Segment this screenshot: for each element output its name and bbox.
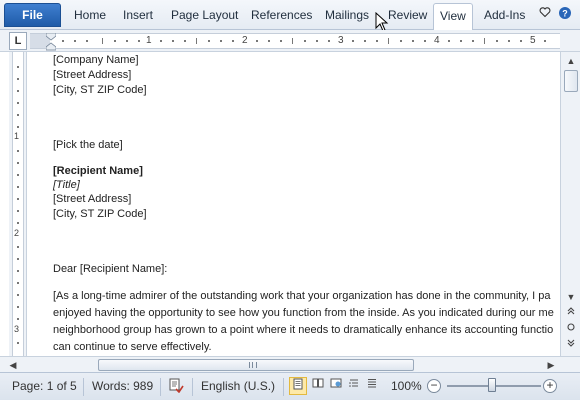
tab-mailings[interactable]: Mailings xyxy=(325,3,369,27)
tab-page-layout[interactable]: Page Layout xyxy=(171,3,238,27)
mouse-cursor-icon xyxy=(375,12,389,32)
ruler-number: 5 xyxy=(530,35,536,46)
zoom-in-button[interactable]: + xyxy=(543,379,557,393)
full-screen-reading-button[interactable] xyxy=(309,377,327,395)
body-line[interactable]: can continue to serve effectively. xyxy=(53,341,212,353)
recipient-title-line[interactable]: [Title] xyxy=(53,179,80,191)
horizontal-ruler[interactable]: 1 2 3 4 5 xyxy=(30,33,560,49)
help-icon[interactable]: ? xyxy=(557,6,573,22)
body-line[interactable]: neighborhood group has grown to a point … xyxy=(53,324,553,336)
vertical-ruler-number: 3 xyxy=(14,324,20,334)
previous-page-icon[interactable] xyxy=(564,306,578,320)
page-count[interactable]: Page: 1 of 5 xyxy=(12,379,77,393)
recipient-name-line[interactable]: [Recipient Name] xyxy=(53,165,143,177)
horizontal-ruler-row: L 1 2 3 4 5 xyxy=(0,30,580,80)
tab-file[interactable]: File xyxy=(4,3,61,27)
vertical-scrollbar[interactable]: ▲ ▼ xyxy=(560,52,580,356)
body-line[interactable]: enjoyed having the opportunity to see ho… xyxy=(53,307,554,319)
scroll-up-icon[interactable]: ▲ xyxy=(564,54,578,68)
ribbon-tab-bar: File Home Insert Page Layout References … xyxy=(0,0,580,30)
company-name-line[interactable]: [Company Name] xyxy=(53,54,139,66)
next-page-icon[interactable] xyxy=(564,338,578,352)
recipient-city-line[interactable]: [City, ST ZIP Code] xyxy=(53,208,147,220)
recipient-street-line[interactable]: [Street Address] xyxy=(53,193,131,205)
ruler-number: 3 xyxy=(338,35,344,46)
indent-marker-icon[interactable] xyxy=(46,33,56,51)
outline-view-button[interactable] xyxy=(345,377,363,395)
ruler-number: 4 xyxy=(434,35,440,46)
ruler-number: 2 xyxy=(242,35,248,46)
vertical-ruler-number: 2 xyxy=(14,228,20,238)
tab-view[interactable]: View xyxy=(433,3,473,30)
ruler-number: 1 xyxy=(146,35,152,46)
salutation-line[interactable]: Dear [Recipient Name]: xyxy=(53,263,167,275)
heart-icon[interactable] xyxy=(537,6,553,22)
language-indicator[interactable]: English (U.S.) xyxy=(201,379,275,393)
zoom-out-button[interactable]: − xyxy=(427,379,441,393)
vertical-ruler[interactable]: 1 2 3 xyxy=(9,52,27,356)
horizontal-scrollbar[interactable]: ◀ ▶ xyxy=(0,356,580,372)
scroll-down-icon[interactable]: ▼ xyxy=(564,290,578,304)
body-line[interactable]: [As a long-time admirer of the outstandi… xyxy=(53,290,551,302)
scroll-right-icon[interactable]: ▶ xyxy=(544,358,558,372)
date-line[interactable]: [Pick the date] xyxy=(53,139,123,151)
tab-review[interactable]: Review xyxy=(388,3,427,27)
zoom-level[interactable]: 100% xyxy=(391,379,422,393)
street-address-line[interactable]: [Street Address] xyxy=(53,69,131,81)
document-page[interactable]: [Company Name] [Street Address] [City, S… xyxy=(28,52,560,356)
horizontal-scroll-thumb[interactable] xyxy=(98,359,414,371)
svg-text:?: ? xyxy=(562,9,568,19)
vertical-ruler-number: 1 xyxy=(14,131,20,141)
word-count[interactable]: Words: 989 xyxy=(92,379,153,393)
zoom-slider-thumb[interactable] xyxy=(488,378,496,392)
city-line[interactable]: [City, ST ZIP Code] xyxy=(53,84,147,96)
select-browse-object-icon[interactable] xyxy=(564,322,578,336)
tab-add-ins[interactable]: Add-Ins xyxy=(484,3,525,27)
tab-insert[interactable]: Insert xyxy=(123,3,153,27)
print-layout-view-button[interactable] xyxy=(289,377,307,395)
scroll-left-icon[interactable]: ◀ xyxy=(6,358,20,372)
web-layout-button[interactable] xyxy=(327,377,345,395)
draft-view-button[interactable] xyxy=(363,377,381,395)
tab-references[interactable]: References xyxy=(251,3,312,27)
tab-selector-button[interactable]: L xyxy=(9,32,27,50)
tab-home[interactable]: Home xyxy=(74,3,106,27)
status-bar: Page: 1 of 5 Words: 989 English (U.S.) 1… xyxy=(0,372,580,400)
vertical-scroll-thumb[interactable] xyxy=(564,70,578,92)
proofing-icon[interactable] xyxy=(167,377,185,395)
